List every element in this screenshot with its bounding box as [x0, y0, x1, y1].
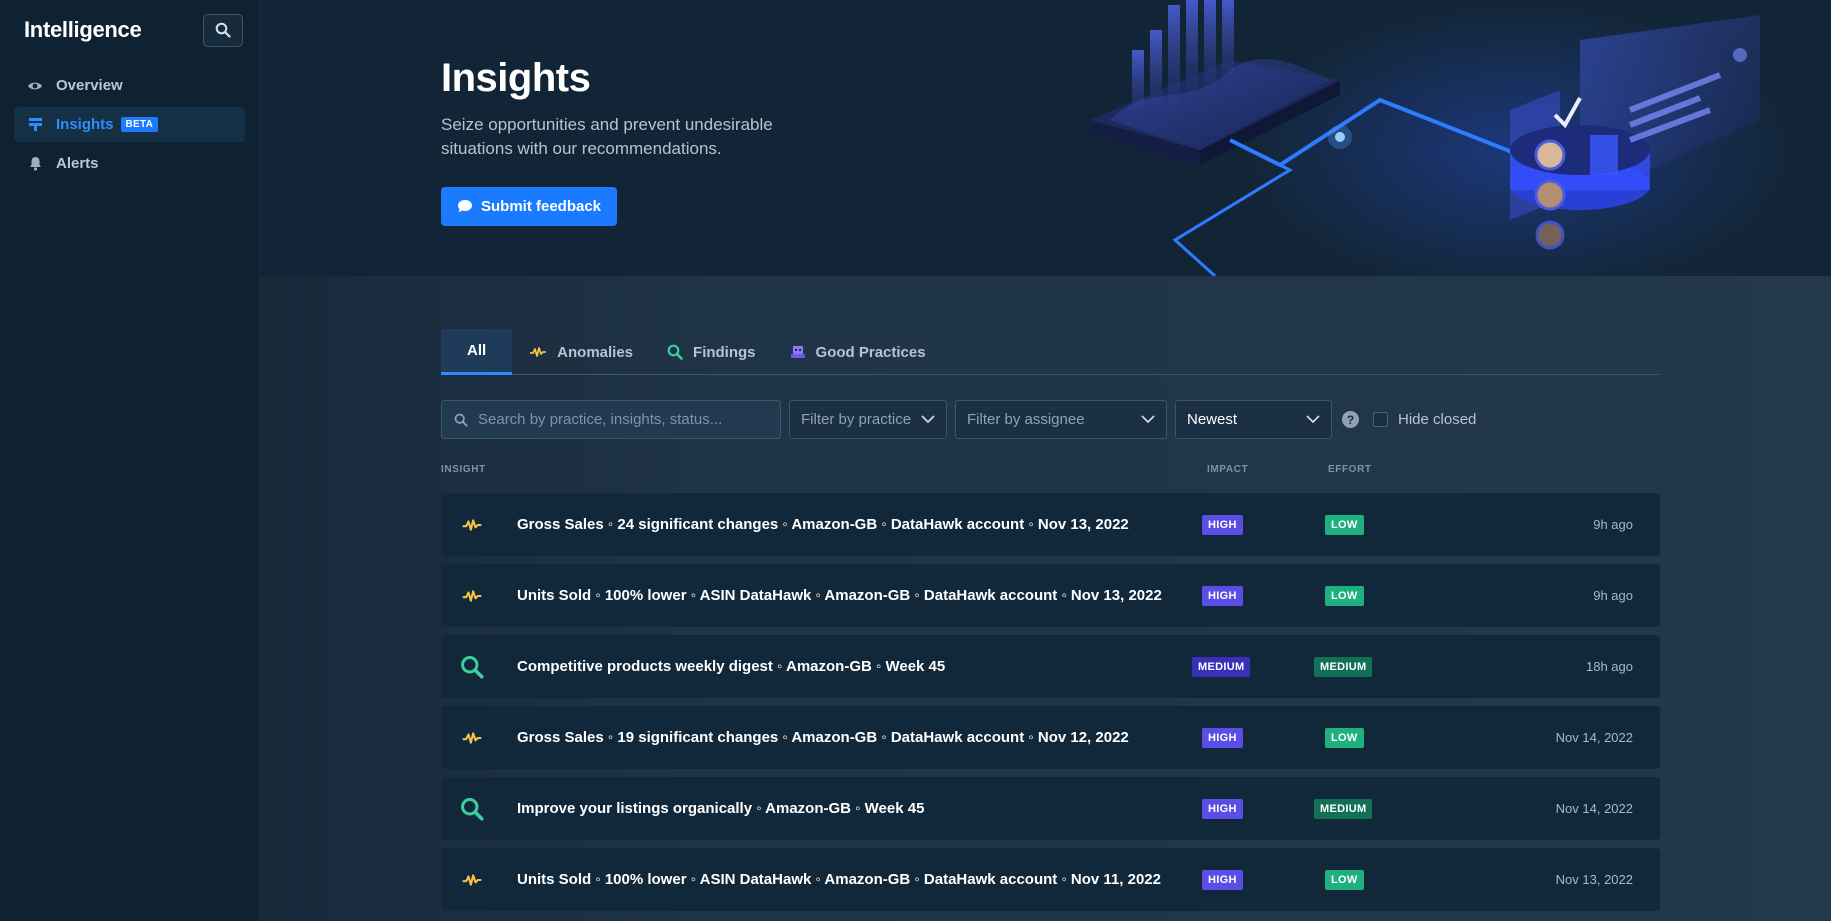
impact-badge: HIGH: [1202, 727, 1243, 748]
anomaly-wave-icon: [459, 584, 485, 608]
insight-time: Nov 14, 2022: [1555, 801, 1633, 816]
insight-time: 18h ago: [1586, 659, 1633, 674]
insight-row[interactable]: Gross Sales ◦ 19 significant changes ◦ A…: [441, 706, 1660, 769]
page-title: Insights: [441, 56, 591, 100]
page-subtitle: Seize opportunities and prevent undesira…: [441, 115, 773, 158]
practice-filter-label: Filter by practice: [801, 411, 912, 428]
bell-icon: [26, 155, 44, 173]
column-header-insight: INSIGHT: [441, 464, 486, 475]
sidebar-header: Intelligence: [0, 0, 259, 47]
insight-title: Gross Sales ◦ 24 significant changes ◦ A…: [517, 516, 1129, 533]
insights-icon: [26, 116, 44, 134]
hero-text: Insights Seize opportunities and prevent…: [441, 56, 801, 226]
search-input[interactable]: [478, 411, 768, 428]
sidebar-item-insights[interactable]: Insights BETA: [14, 107, 245, 142]
insight-title: Improve your listings organically ◦ Amaz…: [517, 800, 925, 817]
magnifier-icon: [459, 797, 485, 821]
tab-good-practices[interactable]: Good Practices: [773, 329, 943, 375]
insight-row[interactable]: Units Sold ◦ 100% lower ◦ ASIN DataHawk …: [441, 564, 1660, 627]
impact-badge: HIGH: [1202, 798, 1243, 819]
tab-label: All: [467, 342, 487, 359]
chevron-down-icon: [1141, 415, 1155, 424]
hide-closed-checkbox[interactable]: Hide closed: [1373, 411, 1476, 428]
sidebar-item-overview[interactable]: Overview: [14, 68, 245, 103]
sort-label: Newest: [1187, 411, 1238, 428]
insight-row[interactable]: Gross Sales ◦ 24 significant changes ◦ A…: [441, 493, 1660, 556]
table-header: INSIGHT IMPACT EFFORT: [441, 464, 1660, 478]
effort-badge: LOW: [1325, 727, 1364, 748]
tab-label: Good Practices: [815, 343, 926, 361]
insight-title: Gross Sales ◦ 19 significant changes ◦ A…: [517, 729, 1129, 746]
app-title: Intelligence: [24, 17, 142, 42]
insight-row[interactable]: Competitive products weekly digest ◦ Ama…: [441, 635, 1660, 698]
tab-label: Anomalies: [557, 343, 634, 361]
impact-badge: MEDIUM: [1192, 656, 1251, 677]
submit-feedback-button[interactable]: Submit feedback: [441, 187, 618, 226]
help-icon[interactable]: ?: [1342, 411, 1359, 428]
search-icon: [215, 22, 231, 38]
anomaly-wave-icon: [459, 513, 485, 537]
hero-banner: Insights Seize opportunities and prevent…: [260, 0, 1831, 276]
assignee-filter-label: Filter by assignee: [967, 411, 1085, 428]
assignee-filter-select[interactable]: Filter by assignee: [955, 400, 1167, 439]
filter-bar: Filter by practice Filter by assignee Ne…: [441, 400, 1476, 439]
tab-all[interactable]: All: [441, 329, 513, 375]
magnifier-icon: [459, 655, 485, 679]
search-box: [441, 400, 781, 439]
sidebar-item-label: Insights: [56, 116, 114, 133]
insight-time: Nov 14, 2022: [1555, 730, 1633, 745]
sidebar-item-label: Alerts: [56, 155, 99, 172]
practice-filter-select[interactable]: Filter by practice: [789, 400, 947, 439]
insight-title: Competitive products weekly digest ◦ Ama…: [517, 658, 946, 675]
tab-findings[interactable]: Findings: [650, 329, 773, 375]
column-header-impact: IMPACT: [1207, 464, 1249, 475]
hero-illustration: [1090, 0, 1800, 276]
checkbox-box[interactable]: [1373, 412, 1388, 427]
sidebar: Intelligence Overview Insights BETA Aler…: [0, 0, 260, 921]
search-icon: [454, 413, 468, 427]
effort-badge: LOW: [1325, 869, 1364, 890]
main-panel: All Anomalies Findings Good Practices Se…: [260, 276, 1831, 921]
good-practices-icon: [790, 345, 806, 359]
tab-anomalies[interactable]: Anomalies: [512, 329, 650, 375]
insight-row[interactable]: Improve your listings organically ◦ Amaz…: [441, 777, 1660, 840]
sidebar-nav: Overview Insights BETA Alerts: [0, 68, 259, 181]
insight-row[interactable]: Units Sold ◦ 100% lower ◦ ASIN DataHawk …: [441, 848, 1660, 911]
insight-time: 9h ago: [1593, 588, 1633, 603]
impact-badge: HIGH: [1202, 869, 1243, 890]
effort-badge: LOW: [1325, 514, 1364, 535]
impact-badge: HIGH: [1202, 585, 1243, 606]
sidebar-item-label: Overview: [56, 77, 123, 94]
tab-bar: All Anomalies Findings Good Practices: [441, 329, 1660, 375]
sort-select[interactable]: Newest: [1175, 400, 1332, 439]
magnifier-icon: [667, 344, 683, 360]
chat-bubble-icon: [457, 199, 473, 214]
effort-badge: MEDIUM: [1314, 798, 1373, 819]
hide-closed-label: Hide closed: [1398, 411, 1477, 428]
anomaly-wave-icon: [529, 346, 547, 358]
eye-icon: [26, 77, 44, 95]
chevron-down-icon: [1306, 415, 1320, 424]
chevron-down-icon: [921, 415, 935, 424]
insight-time: 9h ago: [1593, 517, 1633, 532]
submit-feedback-label: Submit feedback: [481, 198, 602, 215]
effort-badge: MEDIUM: [1314, 656, 1373, 677]
insight-title: Units Sold ◦ 100% lower ◦ ASIN DataHawk …: [517, 871, 1161, 888]
column-header-effort: EFFORT: [1328, 464, 1372, 475]
beta-badge: BETA: [120, 117, 159, 132]
insight-time: Nov 13, 2022: [1555, 872, 1633, 887]
insight-title: Units Sold ◦ 100% lower ◦ ASIN DataHawk …: [517, 587, 1162, 604]
insights-list: Gross Sales ◦ 24 significant changes ◦ A…: [441, 493, 1660, 919]
effort-badge: LOW: [1325, 585, 1364, 606]
sidebar-item-alerts[interactable]: Alerts: [14, 146, 245, 181]
anomaly-wave-icon: [459, 868, 485, 892]
impact-badge: HIGH: [1202, 514, 1243, 535]
sidebar-search-button[interactable]: [203, 13, 243, 47]
anomaly-wave-icon: [459, 726, 485, 750]
tab-label: Findings: [693, 343, 756, 361]
